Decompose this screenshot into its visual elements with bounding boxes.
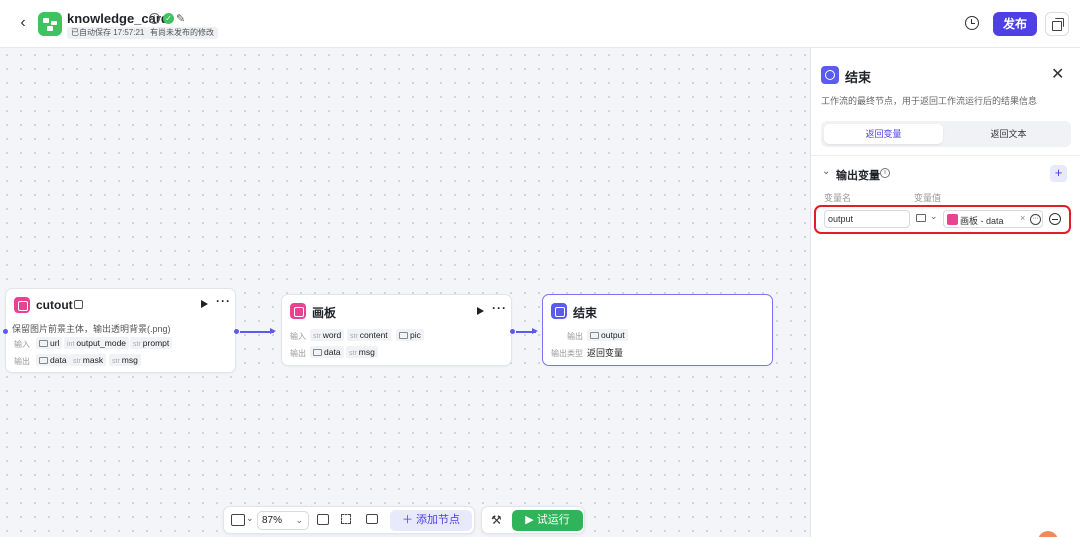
copy-icon[interactable] <box>1045 12 1069 36</box>
canvas-board-icon <box>947 214 958 225</box>
trial-run-button[interactable]: ▶ 试运行 <box>512 510 583 531</box>
output-type-value: 返回变量 <box>587 348 624 358</box>
node-cutout[interactable]: cutout ··· 保留图片前景主体，输出透明背景(.png) 输入 url … <box>5 288 236 373</box>
history-icon[interactable] <box>965 16 979 30</box>
input-param: url <box>36 337 63 349</box>
panel-description: 工作流的最终节点，用于返回工作流运行后的结果信息 <box>821 96 1038 106</box>
unpublished-tag: 有尚未发布的修改 <box>146 27 218 39</box>
node-settings-panel: 结束 ✕ 工作流的最终节点，用于返回工作流运行后的结果信息 返回变量 返回文本 … <box>810 48 1080 537</box>
input-param: pic <box>396 329 424 341</box>
add-variable-button[interactable]: + <box>1050 165 1067 182</box>
input-label: 输入 <box>14 340 30 349</box>
input-param: str word <box>310 329 345 341</box>
output-param: data <box>36 354 70 366</box>
image-icon <box>39 357 48 364</box>
output-type-label: 输出类型 <box>551 349 583 358</box>
zoom-select[interactable]: 87% ⌄ <box>257 511 309 530</box>
output-label: 输出 <box>567 332 583 341</box>
value-type-select[interactable]: ⌄ <box>915 211 941 227</box>
node-description: 保留图片前景主体，输出透明背景(.png) <box>12 324 171 334</box>
check-icon: ✓ <box>163 13 174 24</box>
wrench-icon[interactable]: ⚒ <box>491 513 502 527</box>
connection-edge <box>240 328 276 334</box>
clear-icon[interactable]: × <box>1020 213 1025 223</box>
image-icon <box>916 214 926 222</box>
close-icon[interactable]: ✕ <box>1051 64 1064 84</box>
info-icon[interactable]: i <box>149 13 160 24</box>
column-header-name: 变量名 <box>824 193 852 203</box>
image-icon <box>399 332 408 339</box>
run-toolbar: ⚒ ▶ 试运行 <box>481 506 585 534</box>
output-port[interactable] <box>510 329 515 334</box>
chevron-down-icon[interactable]: ⌄ <box>246 513 254 524</box>
info-icon[interactable]: i <box>880 168 890 178</box>
input-label: 输入 <box>290 332 306 341</box>
output-port[interactable] <box>234 329 239 334</box>
variable-name-input[interactable]: output <box>824 210 910 228</box>
chevron-left-icon[interactable]: ‹ <box>14 14 32 32</box>
divider <box>811 155 1080 156</box>
workflow-canvas[interactable]: cutout ··· 保留图片前景主体，输出透明背景(.png) 输入 url … <box>0 48 810 537</box>
image-icon <box>39 340 48 347</box>
canvas-board-icon <box>290 303 306 319</box>
panel-title: 结束 <box>845 70 872 85</box>
input-param: int output_mode <box>64 337 130 349</box>
run-icon[interactable] <box>477 307 484 315</box>
comment-icon[interactable] <box>317 514 329 525</box>
plugin-icon <box>74 300 83 309</box>
publish-button[interactable]: 发布 <box>993 12 1037 36</box>
node-title: cutout <box>36 298 73 312</box>
add-node-button[interactable]: ＋ 添加节点 <box>390 510 472 531</box>
column-header-value: 变量值 <box>914 193 942 203</box>
output-label: 输出 <box>14 357 30 366</box>
end-icon <box>821 66 839 84</box>
output-param: data <box>310 346 344 358</box>
input-port[interactable] <box>3 329 8 334</box>
end-icon <box>551 303 567 319</box>
variable-value-field[interactable]: 画板 - data × ⋯ <box>943 210 1043 228</box>
return-mode-tabs: 返回变量 返回文本 <box>821 121 1071 147</box>
more-icon[interactable]: ··· <box>216 294 231 308</box>
fit-view-icon[interactable] <box>366 514 378 524</box>
chevron-down-icon[interactable]: ⌄ <box>822 166 830 177</box>
top-header: ‹ knowledge_card i ✓ ✎ 已自动保存 17:57:21 有尚… <box>0 0 1080 48</box>
plus-icon: ＋ <box>401 514 417 526</box>
workflow-icon <box>38 12 62 36</box>
image-icon <box>590 332 599 339</box>
canvas-toolbar: ⌄ 87% ⌄ ＋ 添加节点 <box>223 506 475 534</box>
edit-icon[interactable]: ✎ <box>176 12 185 25</box>
node-canvas-board[interactable]: 画板 ··· 输入 str word str content pic 输出 data… <box>281 294 512 366</box>
layout-icon[interactable] <box>341 514 351 524</box>
minimap-icon[interactable] <box>231 514 245 526</box>
image-icon <box>313 349 322 356</box>
output-param: output <box>587 329 628 341</box>
connection-edge <box>516 328 538 334</box>
chevron-down-icon: ⌄ <box>930 211 938 221</box>
output-label: 输出 <box>290 349 306 358</box>
variable-value: 画板 - data <box>960 216 1004 226</box>
output-param: str mask <box>70 354 107 366</box>
section-title: 输出变量 <box>836 170 880 182</box>
tab-return-variable[interactable]: 返回变量 <box>824 124 943 144</box>
output-param: str msg <box>346 346 378 358</box>
cutout-icon <box>14 297 30 313</box>
trial-run-label: 试运行 <box>536 514 570 526</box>
settings-icon[interactable]: ⋯ <box>1030 214 1041 225</box>
more-icon[interactable]: ··· <box>492 301 507 315</box>
output-param: str msg <box>109 354 141 366</box>
tab-return-text[interactable]: 返回文本 <box>949 124 1068 144</box>
node-end[interactable]: 结束 输出 output 输出类型 返回变量 <box>542 294 773 366</box>
play-icon: ▶ <box>525 514 537 526</box>
autosave-tag: 已自动保存 17:57:21 <box>67 27 149 39</box>
chevron-down-icon: ⌄ <box>295 515 303 525</box>
input-param: str content <box>347 329 391 341</box>
zoom-value: 87% <box>262 515 283 526</box>
node-title: 结束 <box>573 306 598 320</box>
add-node-label: 添加节点 <box>416 514 461 526</box>
remove-variable-icon[interactable] <box>1049 213 1061 225</box>
node-title: 画板 <box>312 306 337 320</box>
run-icon[interactable] <box>201 300 208 308</box>
input-param: str prompt <box>130 337 173 349</box>
